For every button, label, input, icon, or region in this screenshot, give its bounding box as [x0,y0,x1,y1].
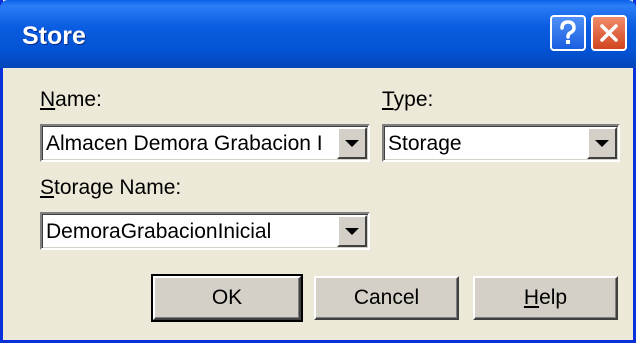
title-bar[interactable]: Store [0,0,636,68]
type-value: Storage [388,132,462,155]
chevron-down-icon [345,139,359,147]
close-icon [598,22,620,44]
help-button[interactable]: Help [473,276,618,320]
window-title: Store [22,22,86,50]
name-dropdown-button[interactable] [337,127,367,159]
storage-name-dropdown-button[interactable] [337,215,367,247]
name-value: Almacen Demora Grabacion I [46,132,323,155]
name-combobox[interactable]: Almacen Demora Grabacion I [40,124,370,162]
type-combobox[interactable]: Storage [382,124,620,162]
type-label: Type: [382,88,434,111]
chevron-down-icon [595,139,609,147]
store-dialog: Store Name: Almacen Demora Grabacion I T… [0,0,636,343]
ok-button[interactable]: OK [151,274,303,322]
cancel-button[interactable]: Cancel [314,276,459,320]
storage-name-label: Storage Name: [40,176,182,199]
storage-name-combobox[interactable]: DemoraGrabacionInicial [40,212,370,250]
name-label: Name: [40,88,102,111]
help-title-button[interactable] [550,15,586,51]
storage-name-value: DemoraGrabacionInicial [46,220,272,243]
close-title-button[interactable] [591,15,627,51]
chevron-down-icon [345,227,359,235]
type-dropdown-button[interactable] [587,127,617,159]
question-mark-icon [557,20,579,46]
